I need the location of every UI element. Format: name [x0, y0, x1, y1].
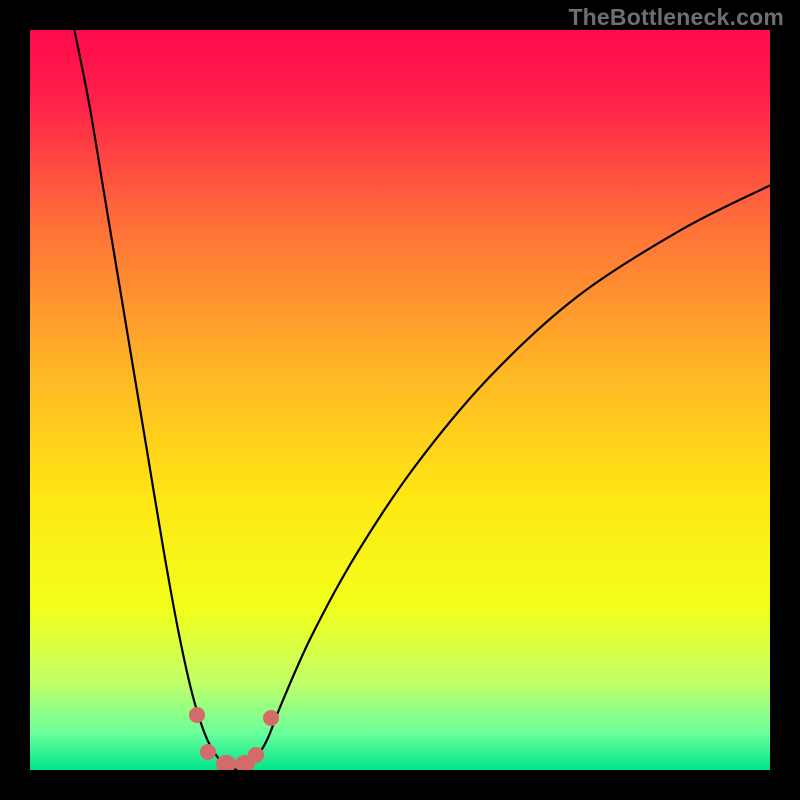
bottleneck-marker	[216, 755, 236, 770]
curve-right	[237, 185, 770, 770]
plot-area	[30, 30, 770, 770]
curve-left	[74, 30, 237, 770]
chart-frame: TheBottleneck.com	[0, 0, 800, 800]
bottleneck-marker	[189, 707, 205, 723]
curve-layer	[30, 30, 770, 770]
watermark-text: TheBottleneck.com	[568, 4, 784, 31]
bottleneck-marker	[200, 744, 216, 760]
bottleneck-marker	[248, 747, 264, 763]
bottleneck-marker	[263, 710, 279, 726]
